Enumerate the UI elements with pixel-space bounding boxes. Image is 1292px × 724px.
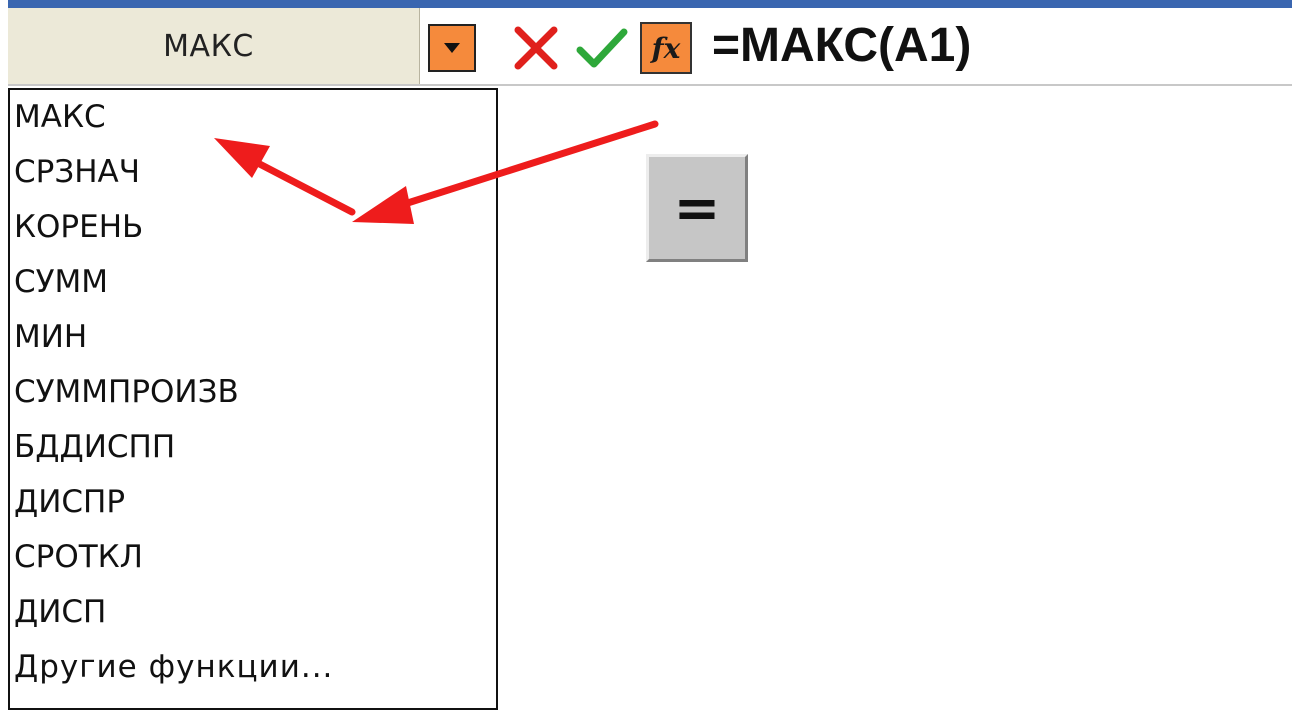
annotation-arrow — [214, 120, 659, 224]
annotation-arrows — [214, 120, 659, 224]
